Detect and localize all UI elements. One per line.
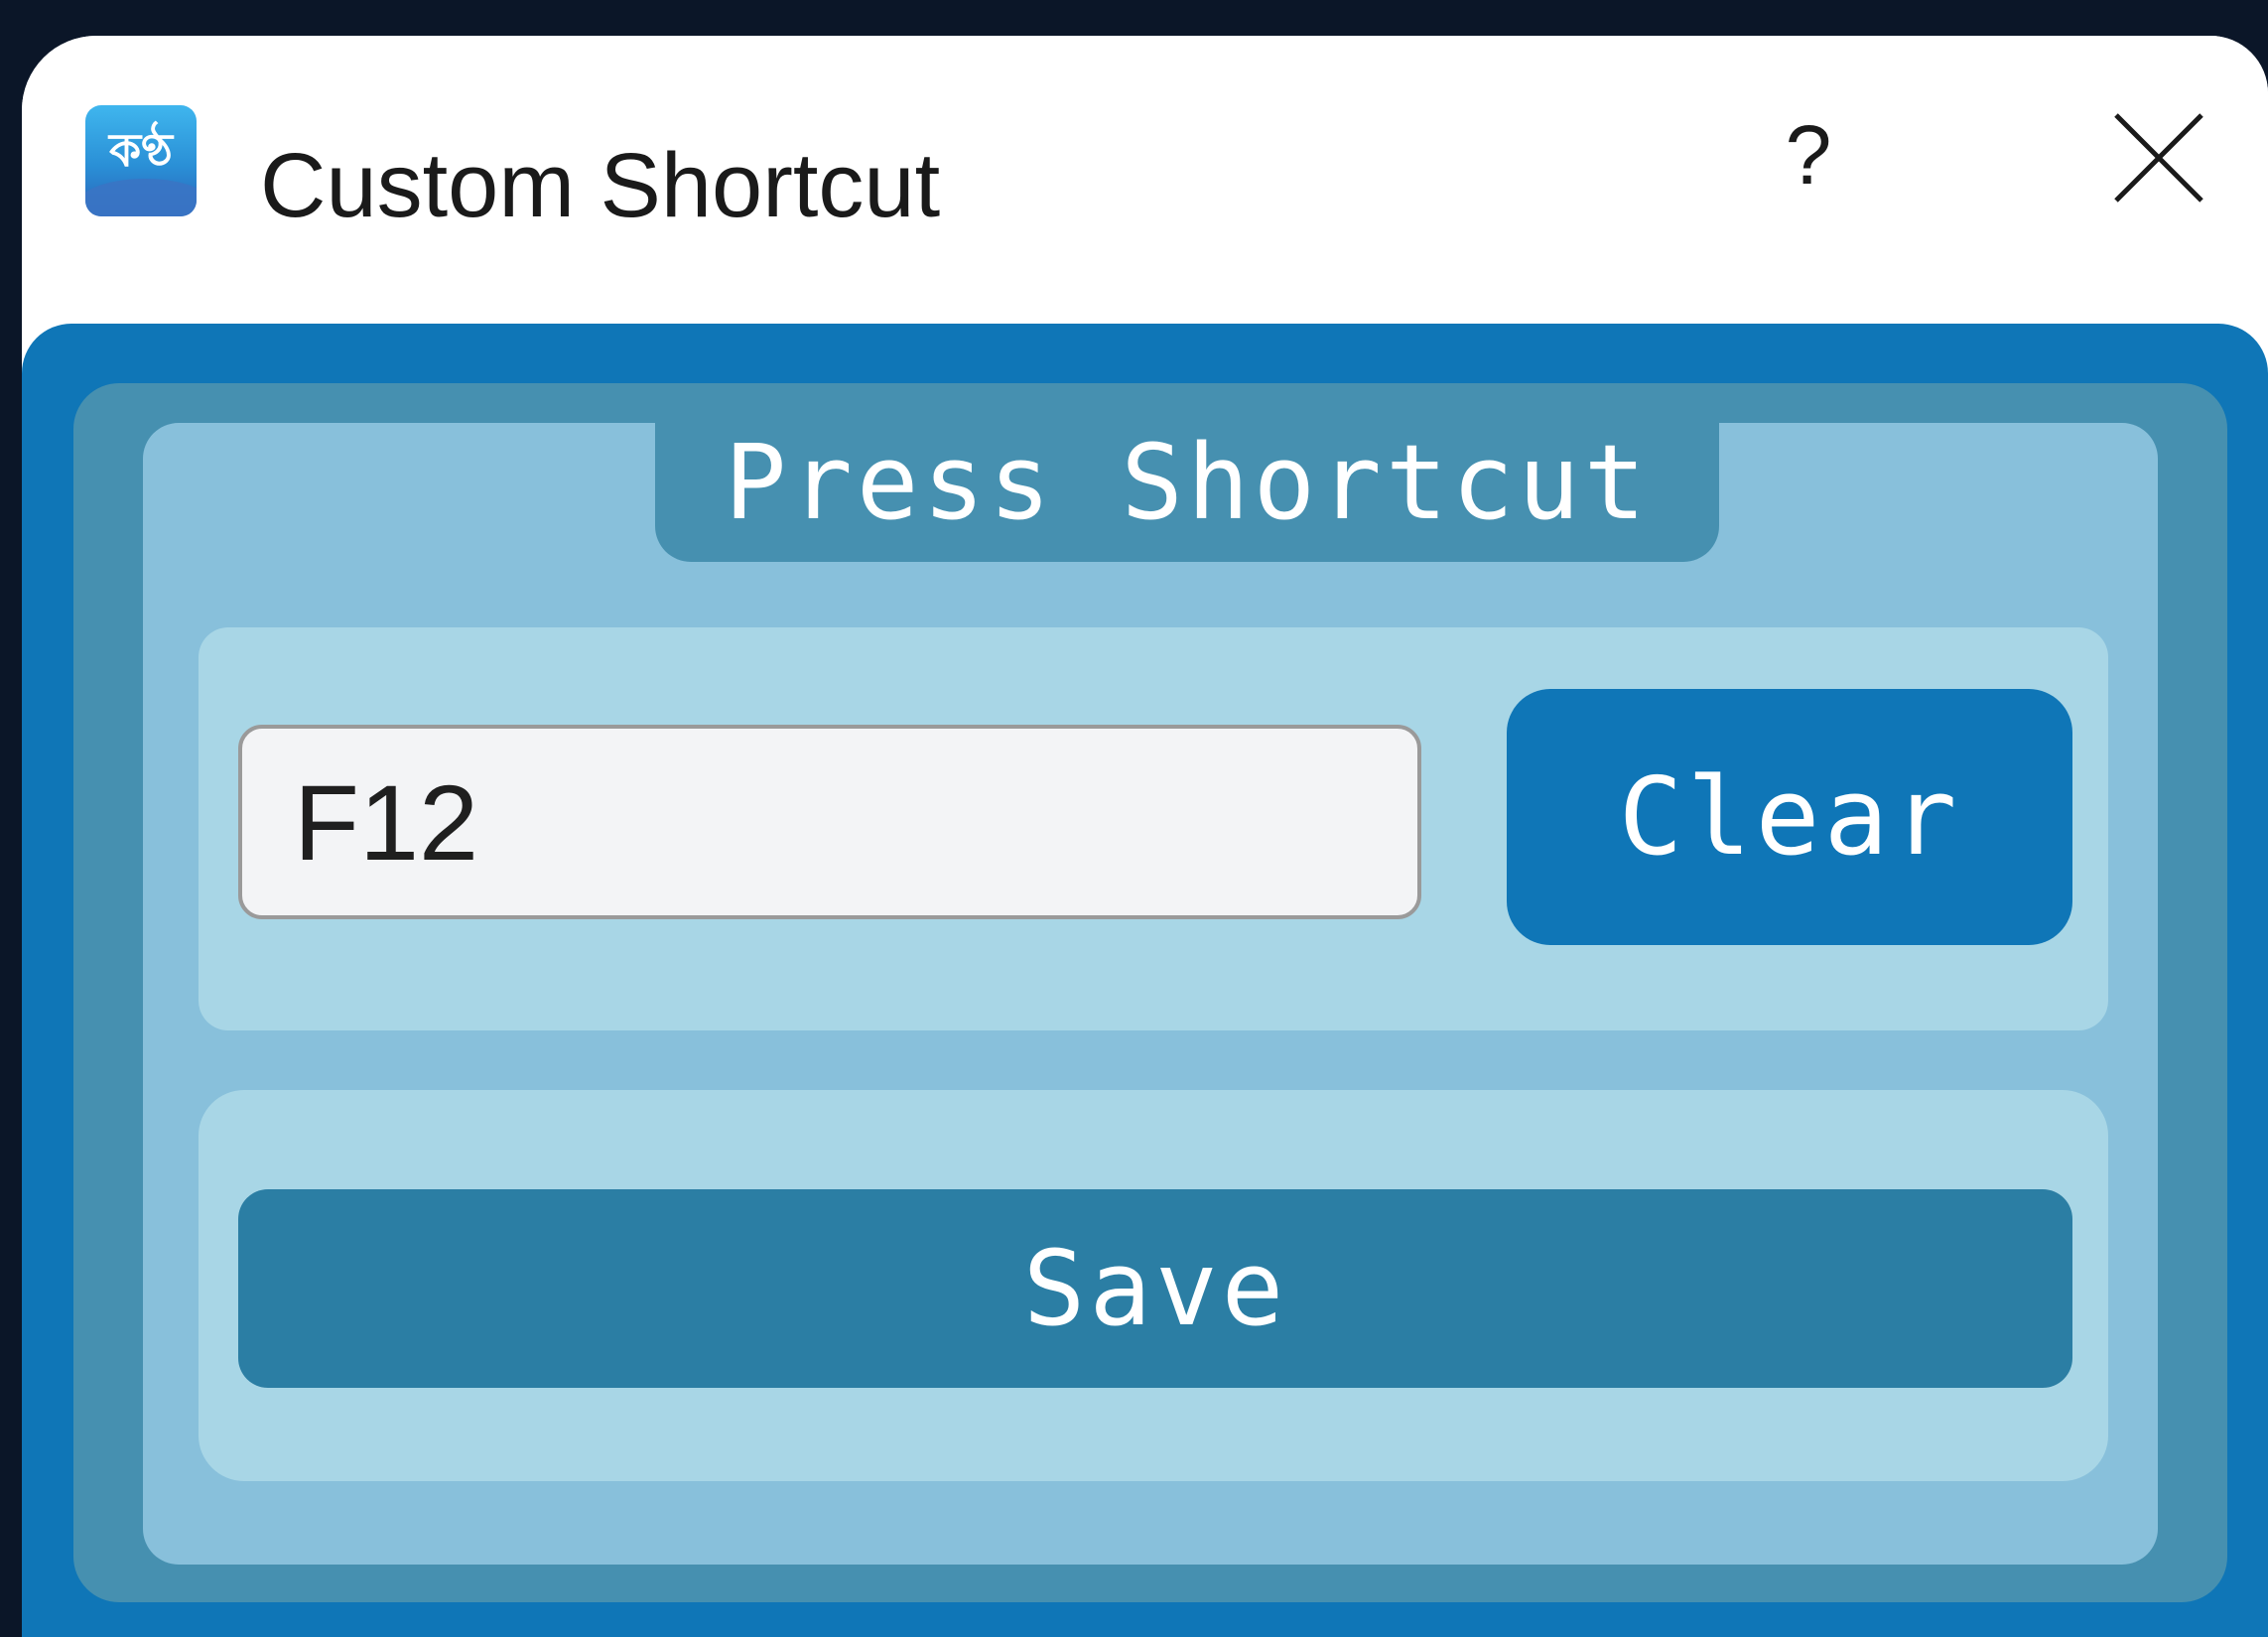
press-shortcut-group: Press Shortcut Clear Save	[143, 423, 2158, 1565]
window-title: Custom Shortcut	[260, 135, 941, 236]
custom-shortcut-dialog: কণ্ঠ Custom Shortcut ? Press Shortcut Cl…	[22, 36, 2268, 1637]
dialog-body: Press Shortcut Clear Save	[22, 324, 2268, 1637]
group-title: Press Shortcut	[655, 423, 1719, 562]
help-icon[interactable]: ?	[1774, 105, 1843, 205]
app-logo-icon: কণ্ঠ	[85, 105, 197, 216]
app-logo-glyph: কণ্ঠ	[108, 123, 174, 177]
shortcut-input-row: Clear	[199, 627, 2108, 1030]
save-row: Save	[199, 1090, 2108, 1481]
clear-button[interactable]: Clear	[1507, 689, 2072, 945]
close-icon[interactable]	[2106, 105, 2211, 210]
shortcut-input[interactable]	[238, 725, 1421, 919]
content-panel: Press Shortcut Clear Save	[73, 383, 2227, 1602]
title-bar: কণ্ঠ Custom Shortcut ?	[22, 36, 2268, 324]
save-button[interactable]: Save	[238, 1189, 2072, 1388]
